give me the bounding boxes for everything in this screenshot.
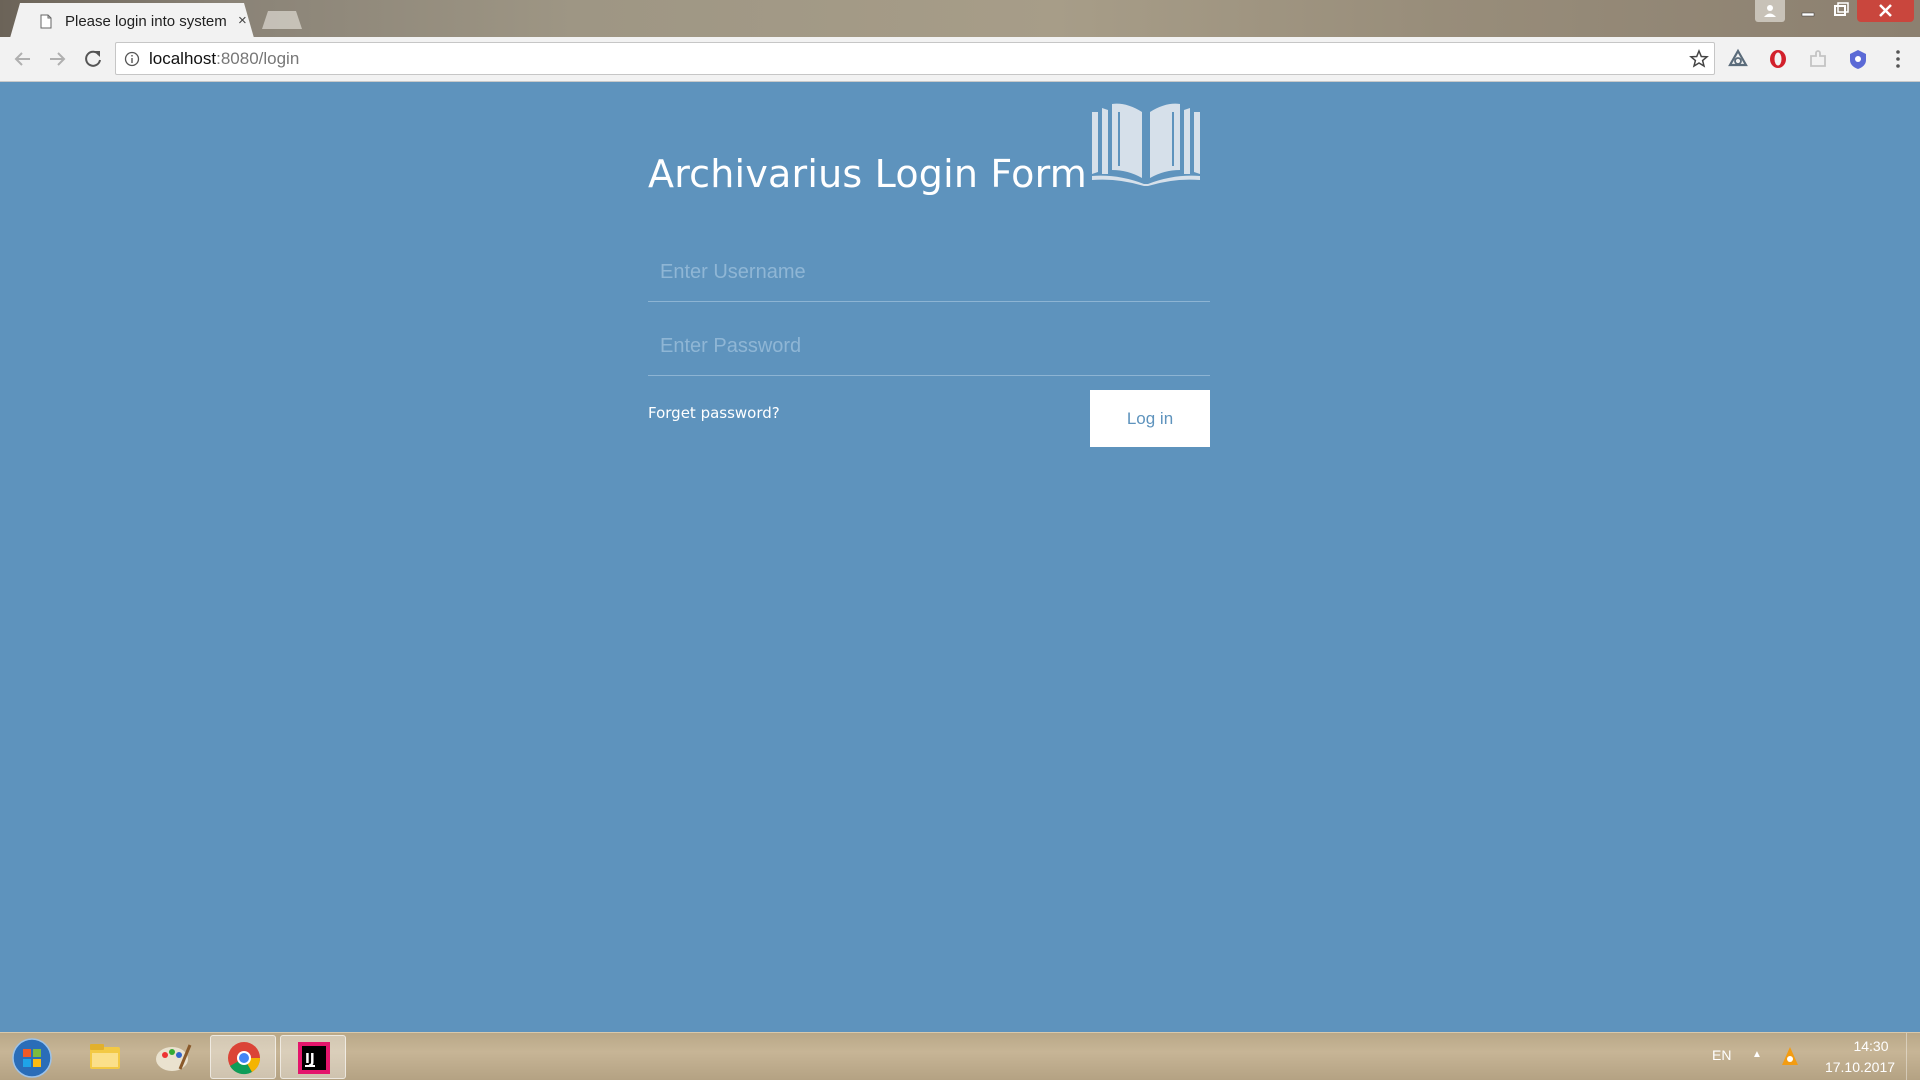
shield-extension-icon[interactable] xyxy=(1847,48,1869,70)
show-desktop-button[interactable] xyxy=(1906,1033,1920,1080)
windows-taskbar: IJ EN ▲ 14:30 17.10.2017 xyxy=(0,1032,1920,1080)
url-text: localhost:8080/login xyxy=(149,49,299,69)
user-profile-button[interactable] xyxy=(1755,0,1785,22)
windows-start-icon[interactable] xyxy=(10,1037,54,1079)
maximize-button[interactable] xyxy=(1825,0,1855,22)
taskbar-file-explorer[interactable] xyxy=(72,1035,138,1079)
opera-extension-icon[interactable] xyxy=(1767,48,1789,70)
url-path: :8080/login xyxy=(216,49,300,68)
login-button[interactable]: Log in xyxy=(1090,390,1210,447)
intellij-icon: IJ xyxy=(298,1042,330,1074)
info-icon[interactable] xyxy=(124,51,140,67)
forget-password-link[interactable]: Forget password? xyxy=(648,404,780,422)
user-icon xyxy=(1764,5,1776,17)
taskbar-chrome[interactable] xyxy=(210,1035,276,1079)
address-bar[interactable]: localhost:8080/login xyxy=(115,42,1715,75)
taskbar-paint[interactable] xyxy=(140,1035,206,1079)
file-explorer-icon xyxy=(90,1044,120,1069)
drive-extension-icon[interactable] xyxy=(1727,48,1749,70)
reload-icon[interactable] xyxy=(81,47,105,71)
page-icon xyxy=(40,14,52,29)
bookmark-star-icon[interactable] xyxy=(1689,49,1709,69)
username-input[interactable] xyxy=(648,244,1210,302)
tab-title: Please login into system xyxy=(65,13,227,30)
close-icon xyxy=(1879,4,1892,17)
close-window-button[interactable] xyxy=(1857,0,1914,22)
clock-time[interactable]: 14:30 xyxy=(1840,1038,1902,1054)
minimize-icon xyxy=(1801,12,1815,17)
language-indicator[interactable]: EN xyxy=(1712,1047,1731,1063)
tray-app-icon[interactable] xyxy=(1780,1045,1800,1067)
menu-dots-icon[interactable] xyxy=(1887,48,1909,70)
restore-icon xyxy=(1834,2,1849,16)
url-host: localhost xyxy=(149,49,217,68)
open-book-logo-icon xyxy=(1092,103,1200,186)
tray-expand-icon[interactable]: ▲ xyxy=(1752,1049,1762,1060)
minimize-button[interactable] xyxy=(1793,0,1823,22)
browser-toolbar: localhost:8080/login xyxy=(0,37,1920,82)
new-tab-button[interactable] xyxy=(262,11,302,29)
back-icon[interactable] xyxy=(11,47,35,71)
password-input[interactable] xyxy=(648,318,1210,376)
taskbar-intellij[interactable]: IJ xyxy=(280,1035,346,1079)
forward-icon[interactable] xyxy=(45,47,69,71)
clock-date[interactable]: 17.10.2017 xyxy=(1820,1059,1900,1075)
tab-close-icon[interactable]: × xyxy=(238,12,247,29)
extension-puzzle-icon[interactable] xyxy=(1807,48,1829,70)
svg-text:IJ: IJ xyxy=(305,1052,315,1067)
browser-tab[interactable]: Please login into system × xyxy=(10,3,254,38)
browser-titlebar: Please login into system × xyxy=(0,0,1920,38)
chrome-icon xyxy=(228,1042,261,1075)
page-title: Archivarius Login Form xyxy=(648,152,1087,196)
paint-icon xyxy=(156,1044,192,1071)
